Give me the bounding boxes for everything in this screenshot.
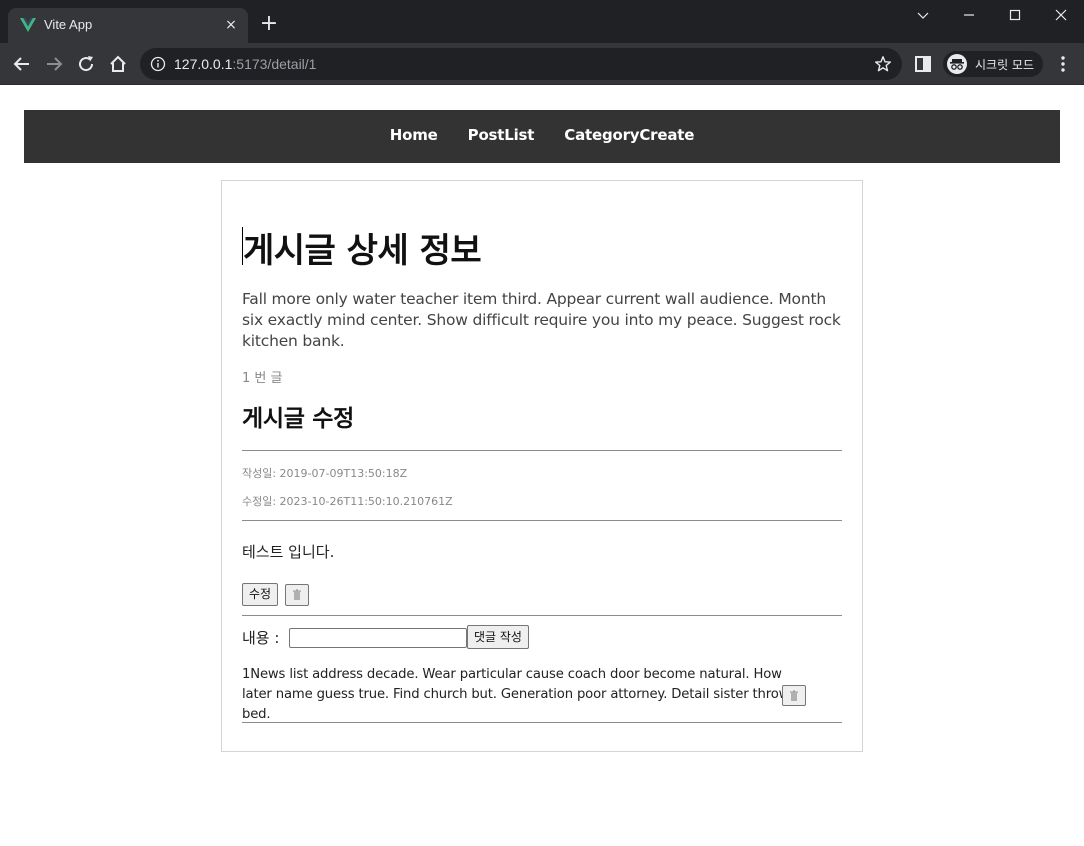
divider — [242, 520, 842, 521]
post-content: 테스트 입니다. — [242, 543, 335, 561]
minimize-icon[interactable] — [946, 0, 992, 30]
divider — [242, 615, 842, 616]
comment-label: 내용 : — [242, 629, 280, 647]
created-date: 작성일: 2019-07-09T13:50:18Z — [242, 467, 408, 480]
trash-icon — [790, 690, 798, 701]
tab-title: Vite App — [44, 17, 93, 32]
delete-comment-button[interactable] — [782, 685, 806, 706]
incognito-icon — [947, 54, 967, 74]
browser-tab[interactable]: Vite App × — [8, 8, 248, 43]
comment-input[interactable] — [289, 628, 467, 648]
vue-logo-icon — [20, 18, 36, 32]
bookmark-star-icon[interactable] — [874, 55, 892, 73]
back-arrow-icon[interactable] — [10, 52, 34, 76]
edit-post-link[interactable]: 게시글 수정 — [242, 399, 354, 433]
reload-icon[interactable] — [74, 52, 98, 76]
url-text: 127.0.0.1:5173/detail/1 — [174, 56, 316, 72]
tab-search-icon[interactable] — [900, 0, 946, 30]
incognito-label: 시크릿 모드 — [975, 58, 1035, 72]
home-icon[interactable] — [106, 52, 130, 76]
comment-submit-button[interactable]: 댓글 작성 — [467, 625, 529, 649]
post-detail-card: 게시글 상세 정보 Fall more only water teacher i… — [221, 180, 863, 752]
comment-item: 1News list address decade. Wear particul… — [242, 665, 812, 725]
post-body: Fall more only water teacher item third.… — [242, 290, 841, 350]
trash-icon — [293, 589, 301, 600]
nav-link-postlist[interactable]: PostList — [468, 126, 535, 144]
maximize-icon[interactable] — [992, 0, 1038, 30]
side-panel-icon[interactable] — [914, 55, 932, 73]
post-number: 1 번 글 — [242, 371, 283, 386]
updated-date: 수정일: 2023-10-26T11:50:10.210761Z — [242, 495, 453, 508]
forward-arrow-icon[interactable] — [42, 52, 66, 76]
url-host: 127.0.0.1 — [174, 56, 233, 72]
page-viewport: Home PostList CategoryCreate 게시글 상세 정보 F… — [0, 86, 1084, 846]
top-navbar: Home PostList CategoryCreate — [24, 110, 1060, 163]
nav-link-categorycreate[interactable]: CategoryCreate — [564, 126, 694, 144]
browser-tabstrip: Vite App × + — [0, 0, 1084, 43]
edit-button[interactable]: 수정 — [242, 583, 279, 606]
address-bar[interactable]: 127.0.0.1:5173/detail/1 — [140, 48, 902, 80]
new-tab-button[interactable]: + — [259, 13, 279, 35]
url-path: :5173/detail/1 — [232, 56, 317, 72]
comment-text: 1News list address decade. Wear particul… — [242, 667, 790, 722]
site-info-icon[interactable] — [150, 56, 166, 72]
close-window-icon[interactable] — [1038, 0, 1084, 30]
incognito-indicator[interactable]: 시크릿 모드 — [943, 51, 1043, 77]
divider — [242, 450, 842, 451]
divider — [242, 722, 842, 723]
nav-link-home[interactable]: Home — [390, 126, 438, 144]
browser-toolbar: 127.0.0.1:5173/detail/1 시크릿 모드 — [0, 43, 1084, 85]
browser-menu-icon[interactable] — [1054, 54, 1072, 74]
page-title: 게시글 상세 정보 — [243, 231, 482, 271]
delete-post-button[interactable] — [285, 584, 309, 606]
tab-close-icon[interactable]: × — [222, 16, 240, 34]
nav-links: Home PostList CategoryCreate — [24, 126, 1060, 144]
